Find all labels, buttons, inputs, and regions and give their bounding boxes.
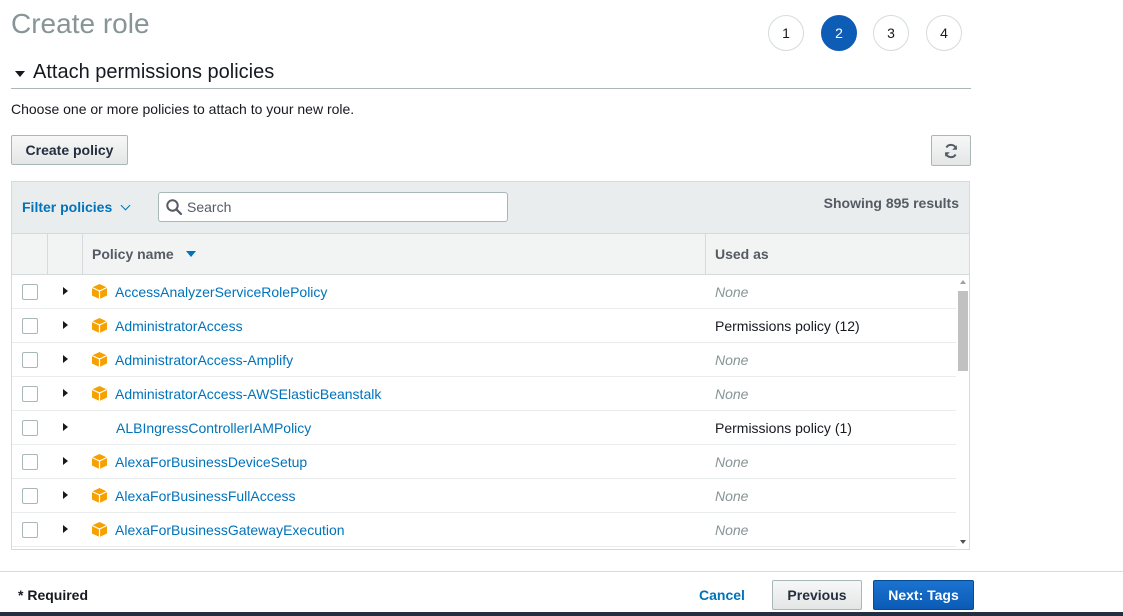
expand-row-icon[interactable] [63,389,68,397]
refresh-icon [944,143,958,158]
policy-name-link[interactable]: AlexaForBusinessDeviceSetup [115,454,307,470]
policy-name-link[interactable]: AlexaForBusinessGatewayExecution [115,522,345,538]
wizard-footer: * Required Cancel Previous Next: Tags [0,571,1123,616]
policy-name-link[interactable]: AlexaForBusinessFullAccess [115,488,296,504]
section-header[interactable]: Attach permissions policies [11,60,971,89]
filter-policies-dropdown[interactable]: Filter policies [22,199,131,215]
table-scrollbar[interactable] [957,276,969,548]
row-checkbox[interactable] [22,488,38,504]
used-as-column-header[interactable]: Used as [706,234,969,274]
expand-row-icon[interactable] [63,287,68,295]
table-row[interactable]: AdministratorAccess-AWSElasticBeanstalk N… [12,377,956,411]
aws-managed-policy-icon [91,318,108,333]
used-as-value: None [715,284,749,300]
search-box[interactable] [158,192,508,222]
row-checkbox[interactable] [22,284,38,300]
select-all-column [12,234,48,274]
aws-managed-policy-icon [91,352,108,367]
used-as-value: Permissions policy (12) [715,318,860,334]
expand-row-icon[interactable] [63,491,68,499]
next-tags-button[interactable]: Next: Tags [873,580,974,610]
search-input[interactable] [187,199,497,215]
table-row[interactable]: AdministratorAccess-Amplify None [12,343,956,377]
scroll-down-icon[interactable] [960,540,966,544]
policy-name-link[interactable]: ALBIngressControllerIAMPolicy [116,420,311,436]
expand-column [48,234,83,274]
table-row[interactable]: AlexaForBusinessDeviceSetup None [12,445,956,479]
aws-managed-policy-icon [91,284,108,299]
policy-name-link[interactable]: AccessAnalyzerServiceRolePolicy [115,284,327,300]
step-4[interactable]: 4 [926,15,962,51]
filter-policies-label: Filter policies [22,199,113,215]
used-as-value: None [715,454,749,470]
expand-row-icon[interactable] [63,457,68,465]
results-count: Showing 895 results [823,195,959,211]
search-icon [166,199,183,216]
sort-descending-icon[interactable] [185,251,196,257]
page-title: Create role [11,8,150,39]
required-note: * Required [18,587,89,603]
used-as-header-label: Used as [715,246,769,262]
table-body: AccessAnalyzerServiceRolePolicy None Admin… [12,275,956,549]
table-row[interactable]: AccessAnalyzerServiceRolePolicy None [12,275,956,309]
table-row[interactable]: ALBIngressControllerIAMPolicy Permissions… [12,411,956,445]
aws-managed-policy-icon [91,454,108,469]
table-row[interactable]: AdministratorAccess Permissions policy (1… [12,309,956,343]
row-checkbox[interactable] [22,352,38,368]
aws-managed-policy-icon [91,522,108,537]
row-checkbox[interactable] [22,318,38,334]
refresh-button[interactable] [931,135,971,166]
table-header: Policy name Used as [12,234,969,275]
section-title: Attach permissions policies [33,61,275,83]
policy-name-header-label: Policy name [92,246,174,262]
used-as-value: Permissions policy (1) [715,420,852,436]
row-checkbox[interactable] [22,386,38,402]
table-toolbar: Filter policies Showing 895 results [12,182,969,234]
caret-down-icon[interactable] [15,71,25,77]
policy-name-link[interactable]: AdministratorAccess-AWSElasticBeanstalk [115,386,381,402]
scroll-up-icon[interactable] [960,280,966,284]
used-as-value: None [715,386,749,402]
policy-name-link[interactable]: AdministratorAccess-Amplify [115,352,293,368]
step-2[interactable]: 2 [821,15,857,51]
row-checkbox[interactable] [22,420,38,436]
create-policy-button[interactable]: Create policy [11,135,128,165]
table-row[interactable]: AlexaForBusinessGatewayExecution None [12,513,956,547]
used-as-value: None [715,522,749,538]
footer-bar [0,612,1123,616]
aws-managed-policy-icon [91,386,108,401]
step-1[interactable]: 1 [768,15,804,51]
table-row[interactable]: AlexaForBusinessFullAccess None [12,479,956,513]
cancel-link[interactable]: Cancel [699,587,745,603]
expand-row-icon[interactable] [63,321,68,329]
section-description: Choose one or more policies to attach to… [11,101,355,117]
used-as-value: None [715,488,749,504]
scroll-thumb[interactable] [958,291,968,371]
row-checkbox[interactable] [22,522,38,538]
policy-name-link[interactable]: AdministratorAccess [115,318,243,334]
aws-managed-policy-icon [91,488,108,503]
policies-table: Filter policies Showing 895 results Poli… [11,181,970,550]
expand-row-icon[interactable] [63,423,68,431]
policy-name-column-header[interactable]: Policy name [83,234,706,274]
expand-row-icon[interactable] [63,525,68,533]
step-3[interactable]: 3 [873,15,909,51]
expand-row-icon[interactable] [63,355,68,363]
chevron-down-icon [120,200,131,210]
previous-button[interactable]: Previous [772,580,862,610]
used-as-value: None [715,352,749,368]
row-checkbox[interactable] [22,454,38,470]
